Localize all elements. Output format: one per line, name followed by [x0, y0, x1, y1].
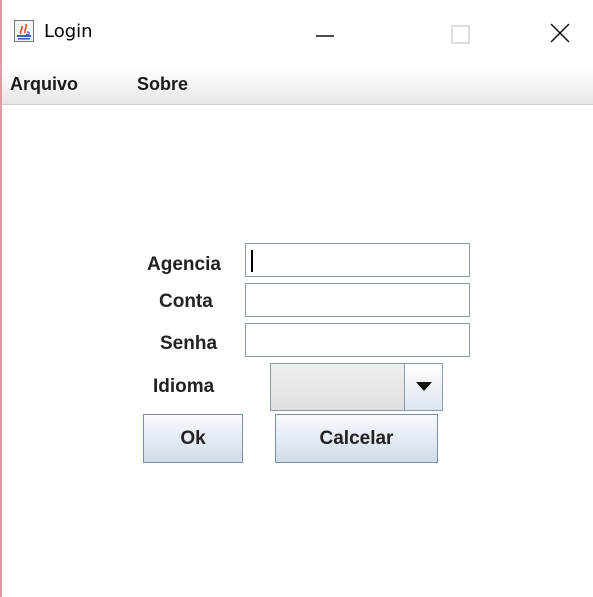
- idioma-dropdown-button[interactable]: [404, 364, 442, 410]
- menu-sobre[interactable]: Sobre: [137, 74, 188, 95]
- close-button[interactable]: [537, 14, 583, 50]
- agencia-label: Agencia: [147, 254, 221, 275]
- minimize-button[interactable]: [302, 14, 348, 50]
- idioma-select[interactable]: [270, 363, 443, 411]
- conta-field[interactable]: [245, 283, 470, 317]
- agencia-field[interactable]: [245, 243, 470, 277]
- java-icon: [14, 20, 34, 42]
- maximize-icon: [451, 25, 470, 44]
- menu-bar: Arquivo Sobre: [2, 66, 593, 105]
- ok-button[interactable]: Ok: [143, 414, 243, 463]
- chevron-down-icon: [416, 382, 432, 391]
- close-icon: [550, 23, 570, 43]
- menu-arquivo[interactable]: Arquivo: [10, 74, 78, 95]
- senha-label: Senha: [160, 333, 218, 354]
- idioma-label: Idioma: [153, 376, 215, 397]
- login-window: Login Arquivo Sobre Agencia Conta Senha …: [0, 0, 593, 597]
- text-caret: [251, 250, 253, 272]
- window-title: Login: [44, 21, 93, 42]
- senha-field[interactable]: [245, 323, 470, 357]
- maximize-button[interactable]: [436, 14, 482, 50]
- minimize-icon: [316, 35, 334, 37]
- cancel-button[interactable]: Calcelar: [275, 414, 438, 463]
- title-bar[interactable]: Login: [2, 0, 593, 66]
- conta-label: Conta: [159, 291, 213, 312]
